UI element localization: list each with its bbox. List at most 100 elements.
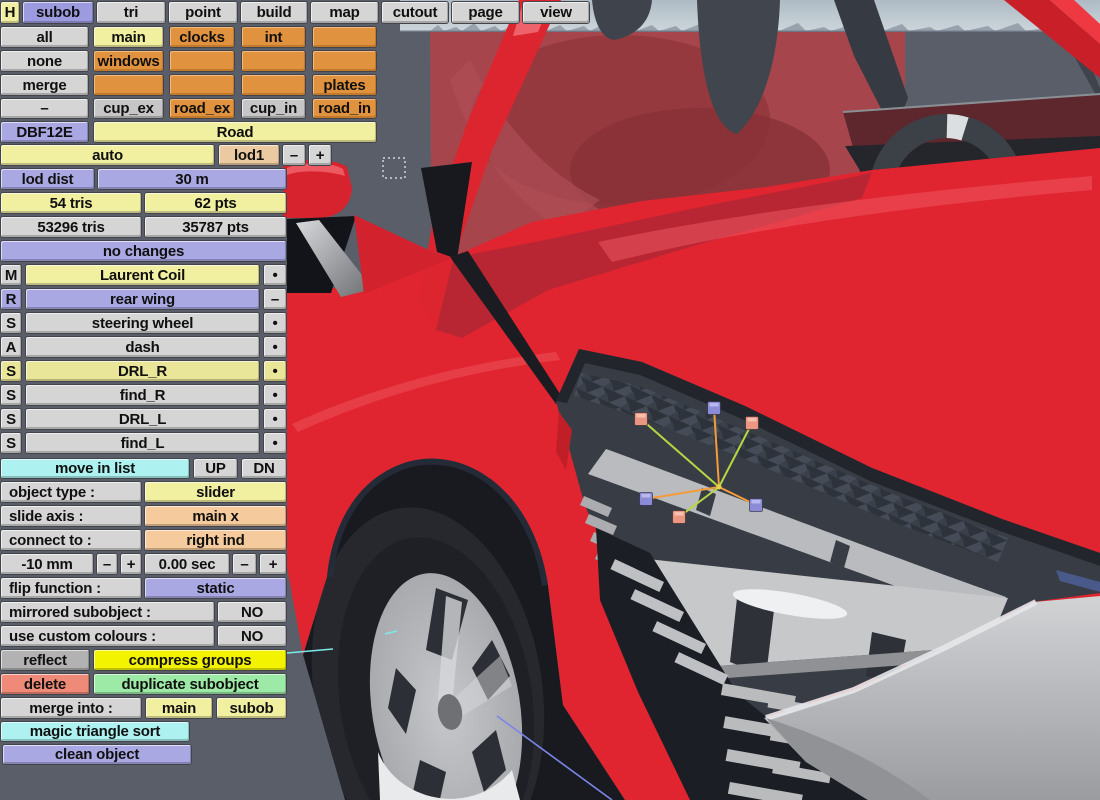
duplicate-subobject-button[interactable]: duplicate subobject [93,673,287,695]
selected-tris-count[interactable]: 54 tris [0,192,142,214]
subobj-drl-r-selected[interactable]: DRL_R [25,360,260,382]
group-road-ex[interactable]: road_ex [169,98,235,119]
subobj-vis-drl-r[interactable]: • [263,360,287,382]
subobj-type-s1[interactable]: S [0,312,22,334]
tab-build[interactable]: build [240,1,308,24]
connect-to-value[interactable]: right ind [144,529,287,551]
status-no-changes[interactable]: no changes [0,240,287,262]
flip-function-label[interactable]: flip function : [0,577,142,599]
group-empty-7[interactable] [241,74,306,96]
use-custom-colours-value[interactable]: NO [217,625,287,647]
move-in-list-label[interactable]: move in list [0,458,190,479]
connect-to-label[interactable]: connect to : [0,529,142,551]
subobj-type-s4[interactable]: S [0,408,22,430]
merge-button[interactable]: merge [0,74,89,96]
group-empty-1[interactable] [312,26,377,48]
group-empty-3[interactable] [241,50,306,72]
subobj-vis-laurent-coil[interactable]: • [263,264,287,286]
tab-subob[interactable]: subob [22,1,94,24]
group-main[interactable]: main [93,26,164,48]
group-empty-2[interactable] [169,50,235,72]
group-empty-5[interactable] [93,74,164,96]
subobj-find-l[interactable]: find_L [25,432,260,454]
subobj-dash[interactable]: dash [25,336,260,358]
slide-axis-label[interactable]: slide axis : [0,505,142,527]
subobj-drl-l[interactable]: DRL_L [25,408,260,430]
slide-distance-value[interactable]: -10 mm [0,553,94,575]
select-none-button[interactable]: none [0,50,89,72]
clean-object-button[interactable]: clean object [2,744,192,765]
group-cup-in[interactable]: cup_in [241,98,306,119]
lod1-button[interactable]: lod1 [218,144,280,166]
slide-axis-value[interactable]: main x [144,505,287,527]
gizmo-handle-upper-right-highlight [747,418,757,422]
group-empty-4[interactable] [312,50,377,72]
lod-dist-label[interactable]: lod dist [0,168,95,190]
subobj-rear-wing[interactable]: rear wing [25,288,260,310]
merge-into-subob-button[interactable]: subob [216,697,287,719]
magic-triangle-sort-button[interactable]: magic triangle sort [0,721,190,742]
slide-time-value[interactable]: 0.00 sec [144,553,230,575]
delete-button[interactable]: delete [0,673,90,695]
group-clocks[interactable]: clocks [169,26,235,48]
selected-pts-count[interactable]: 62 pts [144,192,287,214]
compress-groups-button[interactable]: compress groups [93,649,287,671]
tab-cutout[interactable]: cutout [381,1,449,24]
distance-minus-button[interactable]: – [96,553,118,575]
subobj-type-s3[interactable]: S [0,384,22,406]
lod-minus-button[interactable]: – [282,144,306,166]
merge-into-main-button[interactable]: main [145,697,213,719]
gizmo-handle-left-highlight [641,494,651,498]
time-plus-button[interactable]: + [259,553,287,575]
subobj-vis-find-r[interactable]: • [263,384,287,406]
tab-point[interactable]: point [168,1,238,24]
tab-h[interactable]: H [0,1,20,24]
group-road-in[interactable]: road_in [312,98,377,119]
use-custom-colours-label[interactable]: use custom colours : [0,625,215,647]
group-plates[interactable]: plates [312,74,377,96]
road-button[interactable]: Road [93,121,377,143]
tab-map[interactable]: map [310,1,379,24]
total-pts-count[interactable]: 35787 pts [144,216,287,238]
subobj-type-s2[interactable]: S [0,360,22,382]
tab-page[interactable]: page [451,1,520,24]
subobj-type-r[interactable]: R [0,288,22,310]
auto-button[interactable]: auto [0,144,215,166]
subobj-vis-find-l[interactable]: • [263,432,287,454]
lod-dist-value[interactable]: 30 m [97,168,287,190]
mirrored-subobject-value[interactable]: NO [217,601,287,623]
total-tris-count[interactable]: 53296 tris [0,216,142,238]
subobj-vis-rear-wing[interactable]: – [263,288,287,310]
group-empty-6[interactable] [169,74,235,96]
distance-plus-button[interactable]: + [120,553,142,575]
group-minus-button[interactable]: – [0,98,89,119]
subobj-vis-drl-l[interactable]: • [263,408,287,430]
subobj-type-s5[interactable]: S [0,432,22,454]
lod-plus-button[interactable]: + [308,144,332,166]
object-type-label[interactable]: object type : [0,481,142,503]
move-up-button[interactable]: UP [193,458,238,479]
subobj-find-r[interactable]: find_R [25,384,260,406]
reflect-button[interactable]: reflect [0,649,90,671]
group-windows[interactable]: windows [93,50,164,72]
select-all-button[interactable]: all [0,26,89,48]
tab-tri[interactable]: tri [96,1,166,24]
subobj-steering-wheel[interactable]: steering wheel [25,312,260,334]
object-type-value[interactable]: slider [144,481,287,503]
gizmo-center-point[interactable] [716,484,722,490]
car-id-button[interactable]: DBF12E [0,121,89,143]
tab-view[interactable]: view [522,1,590,24]
subobj-laurent-coil[interactable]: Laurent Coil [25,264,260,286]
group-cup-ex[interactable]: cup_ex [93,98,164,119]
subobj-vis-dash[interactable]: • [263,336,287,358]
mirrored-subobject-label[interactable]: mirrored subobject : [0,601,215,623]
flip-function-value[interactable]: static [144,577,287,599]
group-int[interactable]: int [241,26,306,48]
move-down-button[interactable]: DN [241,458,287,479]
subobj-type-m[interactable]: M [0,264,22,286]
gizmo-handle-bottom-highlight [674,512,684,516]
time-minus-button[interactable]: – [232,553,257,575]
subobj-type-a[interactable]: A [0,336,22,358]
merge-into-label[interactable]: merge into : [0,697,142,719]
subobj-vis-steering-wheel[interactable]: • [263,312,287,334]
